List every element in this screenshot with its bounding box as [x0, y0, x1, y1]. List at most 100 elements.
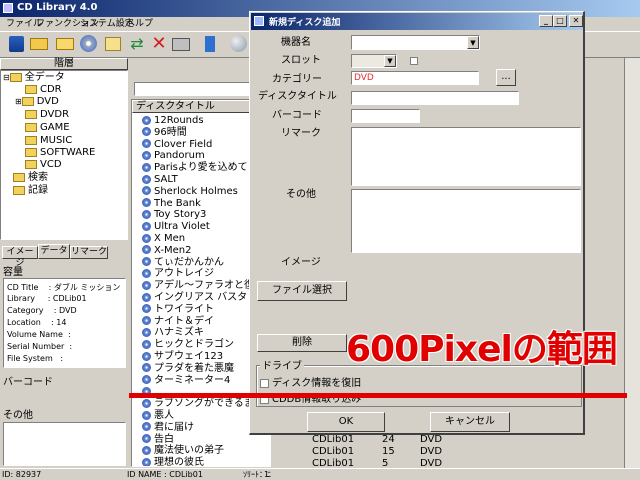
ok-button[interactable]: OK [307, 412, 385, 432]
list-item[interactable]: 告白 [142, 434, 174, 446]
list-item[interactable]: ハナミズキ [142, 327, 204, 339]
disc-icon [142, 375, 151, 385]
list-item[interactable]: てぃだかんかん [142, 257, 224, 269]
cell-num: 15 [382, 445, 395, 457]
list-item[interactable]: ラブソングができるま [142, 398, 254, 410]
disc-icon [142, 363, 151, 373]
list-item[interactable]: ヒックとドラゴン [142, 339, 234, 351]
cell-cat: DVD [420, 434, 443, 445]
file-select-button[interactable]: ファイル選択 [257, 281, 347, 301]
tree-item-music[interactable]: MUSIC [25, 135, 72, 147]
slot-select[interactable]: ▼ [351, 54, 397, 68]
list-item-title: 悪人 [154, 410, 174, 421]
edit-icon[interactable] [102, 33, 124, 55]
folder-icon [25, 135, 37, 145]
list-item[interactable]: アデル～ファラオと復 [142, 280, 254, 292]
open-folder-icon[interactable] [28, 33, 50, 55]
chevron-down-icon[interactable]: ▼ [384, 55, 396, 67]
list-item[interactable]: Parisより愛を込めて [142, 162, 248, 174]
list-item[interactable]: プラダを着た悪魔 [142, 363, 234, 375]
disc-icon[interactable] [78, 33, 100, 55]
swap-arrows-icon[interactable]: ⇄ [126, 33, 148, 55]
slot-checkbox[interactable] [410, 57, 418, 65]
list-item[interactable]: アウトレイジ [142, 268, 214, 280]
list-item[interactable]: Ultra Violet [142, 221, 210, 233]
printer-icon[interactable] [170, 33, 192, 55]
disc-icon [142, 457, 151, 466]
globe-icon[interactable] [228, 33, 250, 55]
category-field[interactable]: DVD [351, 71, 479, 85]
app-icon [3, 3, 13, 13]
folder-icon [13, 185, 25, 195]
list-item[interactable]: ナイト＆デイ [142, 316, 214, 328]
tree-view[interactable]: ⊟ 全データ CDR ⊞ DVD DVDR GAME MUSIC SOFTWARE … [0, 70, 128, 240]
disc-icon [142, 410, 151, 420]
menu-help[interactable]: ヘルプ [126, 17, 153, 31]
list-item[interactable]: 理想の彼氏 [142, 457, 204, 467]
cancel-button[interactable]: キャンセル [430, 412, 510, 432]
list-item[interactable]: X Men [142, 233, 185, 245]
list-item-title: X Men [154, 233, 186, 244]
delete-button[interactable]: 削除 [257, 334, 347, 352]
list-item[interactable]: Pandorum [142, 150, 205, 162]
tree-item-all[interactable]: ⊟ 全データ [3, 72, 65, 84]
book-icon[interactable] [6, 33, 28, 55]
other-box[interactable] [3, 422, 126, 466]
disc-title-input[interactable] [351, 91, 519, 105]
tab-image[interactable]: イメージ [2, 246, 38, 268]
list-search-field[interactable] [134, 82, 264, 96]
annotation-text: 600Pixelの範囲 [346, 329, 618, 370]
tree-item-search[interactable]: 検索 [13, 172, 48, 184]
list-item-title: ラブソングができるま [154, 398, 254, 410]
list-item-title: プラダを着た悪魔 [154, 362, 234, 374]
list-item[interactable]: Sherlock Holmes [142, 186, 238, 198]
minimize-icon[interactable]: _ [539, 15, 553, 27]
tree-header: 階層 [0, 58, 128, 70]
tab-remark[interactable]: リマーク [70, 246, 108, 259]
tree-item-game[interactable]: GAME [25, 122, 70, 134]
checkbox-icon[interactable] [260, 378, 269, 388]
list-item-title: Clover Field [154, 138, 213, 150]
list-item[interactable]: イングリアス バスタ [142, 292, 247, 304]
close-icon[interactable]: ✕ [569, 15, 583, 27]
category-browse-button[interactable]: ... [496, 69, 516, 86]
list-item-title: 理想の彼氏 [154, 457, 204, 467]
cell-lib: CDLib01 [312, 434, 355, 445]
list-item[interactable]: Clover Field [142, 139, 212, 151]
disc-info-box: CD Title : ダブル ミッション Library : CDLib01 C… [3, 278, 126, 368]
tree-item-software[interactable]: SOFTWARE [25, 147, 95, 159]
tree-item-record[interactable]: 記録 [13, 185, 48, 197]
list-item[interactable]: サブウェイ123 [142, 351, 223, 363]
folder-icon[interactable] [54, 33, 76, 55]
list-item[interactable]: ターミネーター4 [142, 375, 230, 387]
list-item[interactable]: 悪人 [142, 410, 174, 422]
list-item[interactable]: 君に届け [142, 422, 194, 434]
barcode-input[interactable] [351, 109, 420, 123]
list-item[interactable]: 魔法使いの弟子 [142, 445, 224, 457]
delete-icon[interactable]: ✕ [148, 33, 170, 55]
maximize-icon[interactable]: □ [553, 15, 567, 27]
list-item[interactable]: The Bank [142, 198, 201, 210]
tree-item-vcd[interactable]: VCD [25, 159, 62, 171]
list-item[interactable]: トワイライト [142, 304, 214, 316]
device-select[interactable]: ▼ [351, 35, 480, 50]
list-item-title: サブウェイ123 [154, 351, 224, 362]
folder-icon [21, 96, 34, 106]
checkbox-disc-info[interactable]: ディスク情報を復旧 [260, 377, 361, 391]
list-item[interactable]: Toy Story3 [142, 209, 206, 221]
tab-data[interactable]: データ [38, 244, 70, 259]
right-scrollbar[interactable] [624, 58, 640, 468]
list-item-title: てぃだかんかん [154, 256, 224, 268]
remark-textarea[interactable] [351, 127, 581, 186]
tree-item-dvd[interactable]: ⊞ DVD [15, 96, 59, 108]
chevron-down-icon[interactable]: ▼ [467, 36, 479, 49]
tree-item-cdr[interactable]: CDR [25, 84, 62, 96]
list-item[interactable]: 12Rounds [142, 115, 204, 127]
list-item[interactable]: 96時間 [142, 127, 187, 139]
list-item[interactable]: SALT [142, 174, 178, 186]
other-textarea[interactable] [351, 189, 581, 253]
list-item[interactable]: X-Men2 [142, 245, 191, 257]
tree-item-dvdr[interactable]: DVDR [25, 109, 69, 121]
bookmark-icon[interactable] [200, 33, 222, 55]
info-line: CD Title : ダブル ミッション [7, 283, 121, 292]
